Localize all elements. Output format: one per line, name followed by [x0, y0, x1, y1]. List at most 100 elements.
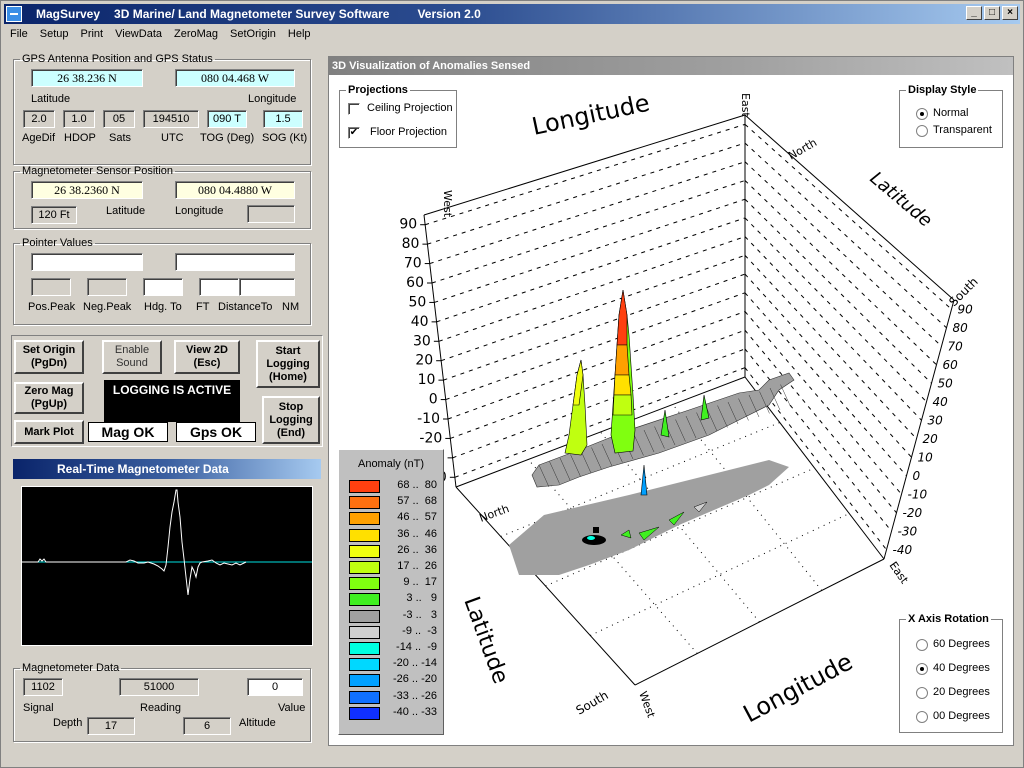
set-origin-button[interactable]: Set Origin (PgDn) — [14, 340, 84, 374]
legend-range: -3 .. 3 — [402, 608, 437, 621]
rotation-40-radio[interactable] — [916, 663, 928, 675]
z-tick-label-right: 60 — [943, 358, 959, 372]
z-gridline-back — [427, 142, 746, 245]
peak-small — [564, 359, 588, 456]
realtime-title: Real-Time Magnetometer Data — [13, 459, 321, 479]
menu-file[interactable]: File — [4, 28, 34, 40]
rotation-00-radio[interactable] — [916, 711, 928, 723]
menu-help[interactable]: Help — [282, 28, 317, 40]
z-gridline-back — [452, 348, 746, 459]
sensor-extra-field — [247, 205, 295, 223]
z-gridline-side — [744, 142, 947, 329]
z-tick-label-right: 50 — [938, 376, 954, 390]
ft-field — [199, 278, 239, 296]
z-gridline-back — [431, 180, 746, 284]
menu-setorigin[interactable]: SetOrigin — [224, 28, 282, 40]
mag-status-indicator: Mag OK — [88, 422, 168, 442]
rotation-60-radio[interactable] — [916, 639, 928, 651]
z-gridline-back — [436, 217, 746, 323]
legend-swatch — [349, 480, 380, 493]
start-logging-key: (Home) — [269, 370, 307, 383]
menu-bar: File Setup Print ViewData ZeroMag SetOri… — [4, 25, 317, 43]
display-normal-radio[interactable] — [916, 108, 928, 120]
z-gridline-back — [434, 198, 746, 303]
main-window: MagSurvey 3D Marine/ Land Magnetometer S… — [0, 0, 1024, 768]
longitude-axis-title-bottom: Longitude — [739, 648, 858, 729]
gps-latitude-label: Latitude — [31, 93, 71, 105]
menu-setup[interactable]: Setup — [34, 28, 75, 40]
stop-logging-button[interactable]: Stop Logging (End) — [262, 396, 320, 444]
utc-field: 194510 — [143, 110, 199, 128]
latitude-axis-title-right: Latitude — [866, 168, 936, 232]
z-tick-label-left: 70 — [404, 256, 422, 272]
maximize-button[interactable]: □ — [984, 6, 1000, 20]
tog-field: 090 T — [207, 110, 247, 128]
close-button[interactable]: × — [1002, 6, 1018, 20]
z-tick-label-left: -10 — [417, 411, 440, 427]
reading-field: 51000 — [119, 678, 199, 696]
utc-label: UTC — [161, 132, 184, 144]
logging-status-display: LOGGING IS ACTIVE — [104, 380, 240, 422]
display-normal-label: Normal — [933, 107, 969, 119]
z-gridline-back — [429, 161, 746, 265]
pointer-lat-field — [31, 253, 143, 271]
view-2d-label: View 2D — [186, 344, 228, 356]
legend-range: 9 .. 17 — [400, 576, 437, 589]
legend-swatch — [349, 496, 380, 510]
menu-zeromag[interactable]: ZeroMag — [168, 28, 224, 40]
legend-range: 46 .. 57 — [397, 511, 437, 524]
start-logging-label: Start — [275, 344, 301, 357]
view-2d-key: (Esc) — [193, 357, 221, 369]
nm-field — [239, 278, 295, 296]
altitude-field: 6 — [183, 717, 231, 735]
visualization-panel: 3D Visualization of Anomalies Sensed Lon… — [328, 56, 1014, 746]
display-style-title: Display Style — [906, 84, 979, 96]
legend-range: 36 .. 46 — [397, 527, 437, 540]
sensor-longitude-field: 080 04.4880 W — [175, 181, 295, 199]
reading-label: Reading — [140, 702, 181, 714]
floor-projection-checkbox[interactable]: ✔ — [348, 127, 360, 139]
z-tick-label-right: -20 — [903, 506, 923, 520]
z-gridline-back — [424, 123, 746, 226]
view-2d-button[interactable]: View 2D (Esc) — [174, 340, 240, 374]
mark-plot-button[interactable]: Mark Plot — [14, 420, 84, 444]
app-icon[interactable] — [6, 6, 22, 22]
zero-mag-label: Zero Mag — [24, 385, 74, 397]
legend-range: -33 .. -26 — [392, 689, 437, 702]
menu-print[interactable]: Print — [74, 28, 109, 40]
z-gridline-back — [443, 273, 746, 381]
z-tick-label-right: 70 — [948, 339, 964, 353]
ceiling-projection-checkbox[interactable] — [348, 103, 360, 115]
z-tick-label-right: -10 — [908, 487, 928, 501]
east-label-right: East — [887, 559, 912, 586]
legend-swatch — [349, 593, 380, 607]
display-transparent-radio[interactable] — [916, 125, 928, 137]
sats-field: 05 — [103, 110, 135, 128]
menu-viewdata[interactable]: ViewData — [109, 28, 168, 40]
zero-mag-key: (PgUp) — [30, 398, 68, 410]
realtime-plot — [21, 486, 313, 646]
start-logging-button[interactable]: Start Logging (Home) — [256, 340, 320, 388]
z-gridline-back — [440, 254, 746, 362]
hdop-field: 1.0 — [63, 110, 95, 128]
distance-to-label: DistanceTo — [218, 301, 273, 313]
minimize-button[interactable]: _ — [966, 6, 982, 20]
rotation-40-label: 40 Degrees — [933, 662, 990, 674]
anomaly-legend: Anomaly (nT) 68 .. 80 57 .. 68 46 .. 57 36 … — [338, 449, 444, 735]
legend-swatch — [349, 512, 380, 526]
mesh-line — [780, 384, 791, 407]
zero-mag-button[interactable]: Zero Mag (PgUp) — [14, 382, 84, 414]
z-gridline-back — [438, 236, 746, 342]
legend-swatch — [349, 706, 380, 720]
neg-peak-field — [87, 278, 127, 296]
legend-range: -20 .. -14 — [392, 657, 437, 670]
z-tick-label-right: -30 — [898, 524, 918, 538]
tog-label: TOG (Deg) — [200, 132, 255, 144]
rotation-20-radio[interactable] — [916, 687, 928, 699]
legend-range: -9 .. -3 — [402, 624, 437, 637]
legend-range: 3 .. 9 — [403, 592, 437, 605]
x-axis-rotation-group: X Axis Rotation 60 Degrees 40 Degrees 20… — [899, 613, 1003, 733]
enable-sound-button[interactable]: Enable Sound — [102, 340, 162, 374]
agedif-label: AgeDif — [22, 132, 56, 144]
z-tick-label-right: 90 — [958, 302, 974, 316]
